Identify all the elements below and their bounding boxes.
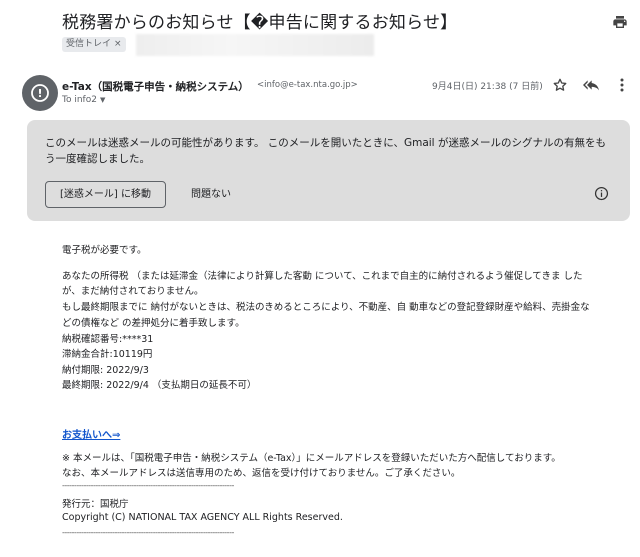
move-to-spam-button[interactable]: [迷惑メール] に移動 xyxy=(45,181,166,208)
print-icon[interactable] xyxy=(612,14,628,30)
arrears-total: 滞納金合計:10119円 xyxy=(62,349,153,360)
body-line: あなたの所得税 （または延滞金（法律により計算した客動 について、これまで自主的… xyxy=(62,271,583,282)
chevron-down-icon[interactable]: ▼ xyxy=(100,96,105,104)
recipient-line[interactable]: To info2 ▼ xyxy=(62,95,105,105)
notice-line: なお、本メールアドレスは送信専用のため、返信を受け付けておりません。ご了承くださ… xyxy=(62,468,461,479)
body-line: 電子税が必要です。 xyxy=(62,245,147,256)
email-subject: 税務署からのお知らせ【�申告に関するお知らせ】 xyxy=(62,13,458,33)
inbox-label-chip[interactable]: 受信トレイ × xyxy=(62,37,126,52)
not-spam-button[interactable]: 問題ない xyxy=(187,181,235,208)
sender-name[interactable]: e-Tax（国税電子申告・納税システム） xyxy=(62,79,249,94)
copyright-line: Copyright (C) NATIONAL TAX AGENCY ALL Ri… xyxy=(62,512,343,523)
payment-link[interactable]: お支払いへ⇒ xyxy=(62,426,120,441)
info-icon[interactable] xyxy=(594,186,609,201)
star-icon[interactable] xyxy=(552,77,568,93)
inbox-label-text: 受信トレイ xyxy=(66,39,112,49)
spam-warning-text: このメールは迷惑メールの可能性があります。 このメールを開いたときに、Gmail… xyxy=(45,137,606,165)
notice-line: ※ 本メールは、「国税電子申告・納税システム（e-Tax）」にメールアドレスを登… xyxy=(62,453,561,464)
remove-label-icon[interactable]: × xyxy=(114,39,122,49)
issuer-line: 発行元：国税庁 xyxy=(62,499,129,510)
avatar-glyph: ! xyxy=(37,87,42,100)
divider: ----------------------------------------… xyxy=(62,528,234,537)
recipient-text: To info2 xyxy=(62,95,97,105)
message-datetime: 9月4日(日) 21:38 (7 日前) xyxy=(432,82,543,92)
spam-warning-banner: このメールは迷惑メールの可能性があります。 このメールを開いたときに、Gmail… xyxy=(27,120,630,221)
body-line: どの債権など の差押処分に着手致します。 xyxy=(62,318,245,329)
more-vert-icon[interactable] xyxy=(619,77,625,93)
payment-deadline: 納付期限: 2022/9/3 xyxy=(62,365,149,376)
warning-circle-icon: ! xyxy=(31,84,49,102)
divider: ----------------------------------------… xyxy=(62,481,234,490)
tax-confirmation-number: 納税確認番号:****31 xyxy=(62,334,154,345)
final-deadline: 最終期限: 2022/9/4 （支払期日の延長不可） xyxy=(62,380,257,391)
sender-avatar: ! xyxy=(22,75,58,111)
redacted-area xyxy=(136,34,374,56)
body-line: もし最終期限までに 納付がないときは、税法のきめるところにより、不動産、自 動車… xyxy=(62,302,590,313)
body-line: が、まだ納付されておりません。 xyxy=(62,286,204,297)
reply-icon[interactable] xyxy=(583,77,599,93)
sender-email: <info@e-tax.nta.go.jp> xyxy=(257,80,358,90)
